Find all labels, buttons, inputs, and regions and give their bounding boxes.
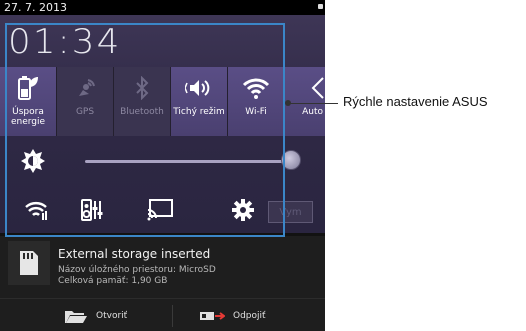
unmount-icon <box>200 312 225 320</box>
storage-notification[interactable]: External storage inserted Názov úložného… <box>0 236 325 331</box>
tile-wifi[interactable]: Wi-Fi <box>228 67 285 136</box>
action-divider <box>172 305 173 327</box>
speaker-vibrate-icon <box>171 75 227 101</box>
notification-storage-name: Názov úložného priestoru: MicroSD <box>58 265 216 275</box>
brightness-slider-thumb[interactable] <box>280 150 301 170</box>
notification-total-memory: Celková pamäť: 1,90 GB <box>58 276 168 286</box>
quick-settings-panel: 01:34 Úspora energie GPS Bluetooth Tichý… <box>0 15 325 233</box>
tablet-screen: 27. 7. 2013 01:34 Úspora energie GPS Blu… <box>0 0 325 331</box>
audio-settings-icon <box>81 199 103 221</box>
folder-icon <box>65 311 87 323</box>
quick-settings-tiles: Úspora energie GPS Bluetooth Tichý režim… <box>0 67 325 136</box>
bluetooth-icon <box>114 75 170 101</box>
notification-actions: Otvoriť Odpojiť <box>0 298 325 331</box>
eject-label: Odpojiť <box>233 311 266 321</box>
tile-label: Bluetooth <box>120 107 164 117</box>
wifi-settings-icon <box>25 202 47 220</box>
tile-auto-rotate[interactable]: Auto <box>285 67 325 136</box>
callout-line <box>288 103 338 104</box>
brightness-icon[interactable] <box>20 148 46 174</box>
audio-settings-button[interactable] <box>78 195 108 225</box>
open-label: Otvoriť <box>96 311 128 321</box>
clear-button[interactable]: Vym <box>268 201 313 223</box>
screen-cast-button[interactable] <box>145 195 175 225</box>
wifi-hotspot-button[interactable] <box>22 195 52 225</box>
notification-title: External storage inserted <box>58 247 211 261</box>
clock: 01:34 <box>8 22 122 62</box>
tile-label: Tichý režim <box>173 107 225 117</box>
brightness-row <box>0 139 325 185</box>
tile-label: Úspora energie <box>10 107 46 127</box>
auto-rotate-icon <box>285 75 325 101</box>
tile-label: GPS <box>75 107 95 117</box>
status-bar: 27. 7. 2013 <box>0 0 325 15</box>
settings-button[interactable] <box>228 195 258 225</box>
battery-leaf-icon <box>0 75 56 101</box>
open-button[interactable]: Otvoriť <box>64 306 127 326</box>
tile-label: Auto <box>302 107 323 117</box>
tile-label: Wi-Fi <box>245 107 267 117</box>
callout-label: Rýchle nastavenie ASUS <box>343 94 488 109</box>
tile-gps[interactable]: GPS <box>57 67 114 136</box>
gps-icon <box>57 75 113 101</box>
tile-power-saving[interactable]: Úspora energie <box>0 67 57 136</box>
eject-button[interactable]: Odpojiť <box>199 306 266 326</box>
tile-bluetooth[interactable]: Bluetooth <box>114 67 171 136</box>
gear-icon <box>232 199 254 221</box>
status-indicator-icon <box>318 4 323 9</box>
status-date: 27. 7. 2013 <box>4 1 67 14</box>
cast-icon <box>147 199 173 221</box>
sd-card-icon <box>8 241 50 285</box>
quick-settings-bottom-row: Vym <box>0 187 325 232</box>
wifi-icon <box>228 75 284 101</box>
brightness-slider-track[interactable] <box>85 160 295 163</box>
tile-silent-mode[interactable]: Tichý režim <box>171 67 228 136</box>
